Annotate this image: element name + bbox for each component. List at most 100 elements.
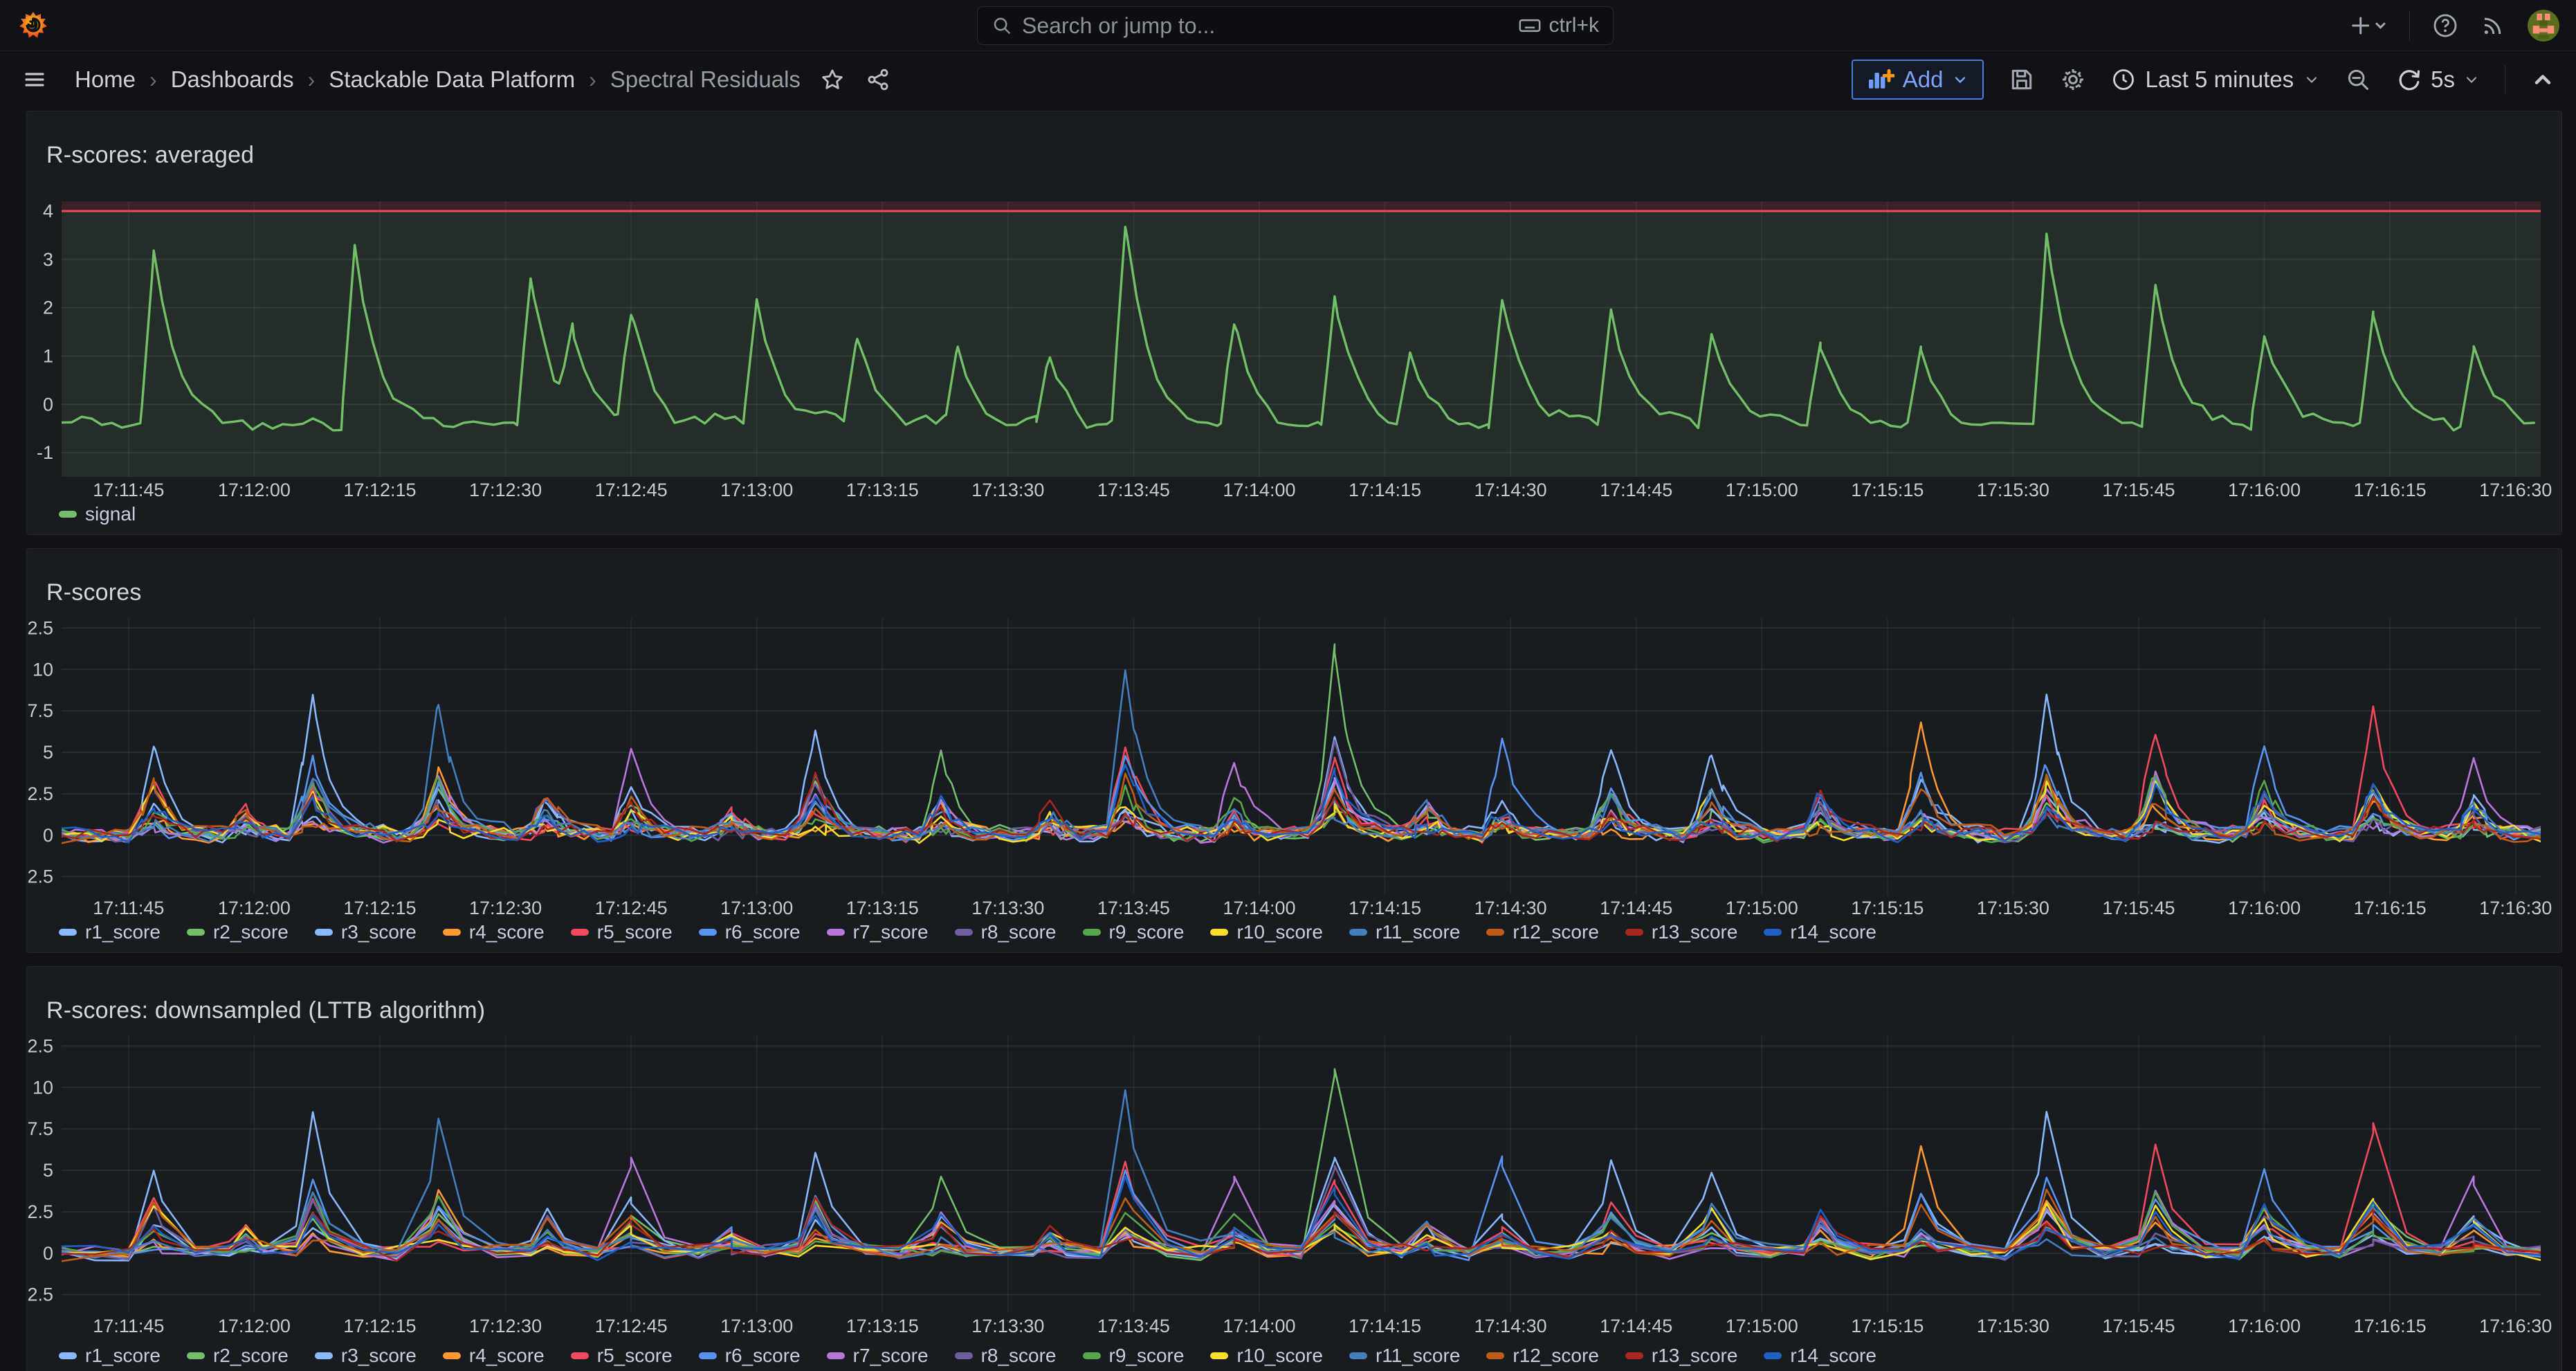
svg-text:5: 5 — [43, 1160, 53, 1181]
user-avatar[interactable] — [2528, 10, 2559, 42]
svg-text:17:11:45: 17:11:45 — [93, 898, 164, 918]
legend-label: signal — [85, 503, 136, 525]
settings-gear-icon[interactable] — [2060, 66, 2086, 93]
legend-label: r6_score — [725, 1345, 801, 1367]
svg-text:17:12:45: 17:12:45 — [595, 1316, 668, 1336]
legend-item-r10_score[interactable]: r10_score — [1210, 1345, 1323, 1367]
search-bar[interactable]: ctrl+k — [977, 6, 1614, 45]
legend-item-r12_score[interactable]: r12_score — [1486, 921, 1599, 943]
top-nav-right — [2351, 0, 2559, 51]
legend-swatch — [955, 1352, 973, 1359]
legend-item-r4_score[interactable]: r4_score — [443, 1345, 545, 1367]
add-button[interactable]: Add — [1852, 60, 1984, 100]
svg-text:17:16:30: 17:16:30 — [2479, 1316, 2552, 1336]
legend-item-r7_score[interactable]: r7_score — [827, 1345, 929, 1367]
legend-swatch — [59, 1352, 77, 1359]
save-dashboard-icon[interactable] — [2009, 66, 2035, 93]
svg-text:17:16:15: 17:16:15 — [2354, 1316, 2427, 1336]
legend-item-r11_score[interactable]: r11_score — [1349, 921, 1460, 943]
legend-item-r5_score[interactable]: r5_score — [571, 1345, 673, 1367]
grafana-logo-icon[interactable] — [18, 10, 48, 41]
breadcrumb-folder[interactable]: Stackable Data Platform — [329, 66, 575, 93]
add-panel-icon — [1867, 68, 1894, 91]
help-icon[interactable] — [2432, 12, 2458, 39]
legend-item-r13_score[interactable]: r13_score — [1625, 1345, 1738, 1367]
legend-item-r3_score[interactable]: r3_score — [315, 921, 417, 943]
legend-item-r14_score[interactable]: r14_score — [1764, 1345, 1876, 1367]
svg-text:-2.5: -2.5 — [27, 866, 53, 887]
svg-text:17:12:15: 17:12:15 — [343, 1316, 416, 1336]
legend-item-r9_score[interactable]: r9_score — [1083, 921, 1185, 943]
svg-text:17:14:15: 17:14:15 — [1349, 1316, 1421, 1336]
legend-item-r2_score[interactable]: r2_score — [187, 921, 289, 943]
news-icon[interactable] — [2481, 13, 2505, 38]
svg-text:17:16:00: 17:16:00 — [2228, 898, 2301, 918]
share-icon[interactable] — [866, 67, 890, 92]
svg-text:17:12:00: 17:12:00 — [218, 1316, 291, 1336]
star-icon[interactable] — [820, 67, 845, 92]
legend-item-r6_score[interactable]: r6_score — [699, 1345, 801, 1367]
legend-item-r3_score[interactable]: r3_score — [315, 1345, 417, 1367]
svg-text:17:13:45: 17:13:45 — [1097, 1316, 1170, 1336]
legend-item-r1_score[interactable]: r1_score — [59, 1345, 161, 1367]
legend-item-r10_score[interactable]: r10_score — [1210, 921, 1323, 943]
legend-item-r8_score[interactable]: r8_score — [955, 1345, 1057, 1367]
keyboard-shortcut: ctrl+k — [1518, 14, 1599, 37]
svg-text:10: 10 — [33, 659, 53, 680]
legend-item-r13_score[interactable]: r13_score — [1625, 921, 1738, 943]
legend-label: r10_score — [1236, 1345, 1323, 1367]
legend-item-r4_score[interactable]: r4_score — [443, 921, 545, 943]
legend-label: r8_score — [981, 1345, 1057, 1367]
legend-item-r1_score[interactable]: r1_score — [59, 921, 161, 943]
chart-legend: r1_score r2_score r3_score r4_score r5_score… — [59, 1345, 1876, 1367]
legend-item-signal[interactable]: signal — [59, 503, 136, 525]
svg-text:17:14:45: 17:14:45 — [1600, 1316, 1672, 1336]
dashboard-actions — [820, 67, 890, 92]
svg-text:10: 10 — [33, 1077, 53, 1098]
legend-item-r7_score[interactable]: r7_score — [827, 921, 929, 943]
chevron-down-icon[interactable] — [2463, 71, 2480, 88]
legend-item-r9_score[interactable]: r9_score — [1083, 1345, 1185, 1367]
legend-swatch — [1349, 1352, 1367, 1359]
legend-item-r5_score[interactable]: r5_score — [571, 921, 673, 943]
svg-text:17:14:30: 17:14:30 — [1474, 898, 1547, 918]
legend-swatch — [1210, 929, 1228, 936]
breadcrumb-dashboards[interactable]: Dashboards — [171, 66, 294, 93]
timeseries-chart[interactable]: -2.502.557.51012.517:11:4517:12:0017:12:… — [27, 967, 2561, 1371]
legend-item-r11_score[interactable]: r11_score — [1349, 1345, 1460, 1367]
menu-icon[interactable] — [21, 69, 48, 91]
legend-item-r14_score[interactable]: r14_score — [1764, 921, 1876, 943]
collapse-up-icon[interactable] — [2530, 67, 2555, 92]
timeseries-chart[interactable]: -10123417:11:4517:12:0017:12:1517:12:301… — [27, 111, 2561, 534]
time-range-picker[interactable]: Last 5 minutes — [2111, 66, 2321, 93]
new-item-button[interactable] — [2351, 14, 2387, 37]
legend-item-r6_score[interactable]: r6_score — [699, 921, 801, 943]
legend-label: r2_score — [213, 1345, 289, 1367]
chevron-right-icon: › — [149, 67, 157, 93]
legend-label: r9_score — [1109, 921, 1185, 943]
svg-text:17:16:15: 17:16:15 — [2354, 480, 2427, 500]
panel-rscores-averaged: R-scores: averaged -10123417:11:4517:12:… — [26, 111, 2562, 535]
svg-text:17:15:45: 17:15:45 — [2102, 480, 2175, 500]
svg-text:7.5: 7.5 — [27, 700, 53, 721]
legend-label: r2_score — [213, 921, 289, 943]
breadcrumb-home[interactable]: Home — [75, 66, 136, 93]
legend-item-r2_score[interactable]: r2_score — [187, 1345, 289, 1367]
legend-swatch — [827, 1352, 845, 1359]
legend-item-r12_score[interactable]: r12_score — [1486, 1345, 1599, 1367]
svg-text:17:11:45: 17:11:45 — [93, 480, 164, 500]
svg-text:17:13:00: 17:13:00 — [720, 1316, 793, 1336]
legend-swatch — [443, 1352, 461, 1359]
zoom-out-icon[interactable] — [2345, 66, 2371, 93]
svg-text:2.5: 2.5 — [27, 1201, 53, 1222]
svg-text:17:15:00: 17:15:00 — [1726, 1316, 1798, 1336]
svg-text:17:15:15: 17:15:15 — [1851, 480, 1924, 500]
timeseries-chart[interactable]: -2.502.557.51012.517:11:4517:12:0017:12:… — [27, 549, 2561, 952]
legend-item-r8_score[interactable]: r8_score — [955, 921, 1057, 943]
svg-text:17:15:30: 17:15:30 — [1977, 898, 2049, 918]
search-input[interactable] — [1022, 13, 1508, 39]
refresh-interval-label[interactable]: 5s — [2431, 66, 2455, 93]
svg-text:17:13:30: 17:13:30 — [971, 480, 1044, 500]
svg-text:0: 0 — [43, 1243, 53, 1264]
refresh-icon[interactable] — [2396, 66, 2422, 93]
